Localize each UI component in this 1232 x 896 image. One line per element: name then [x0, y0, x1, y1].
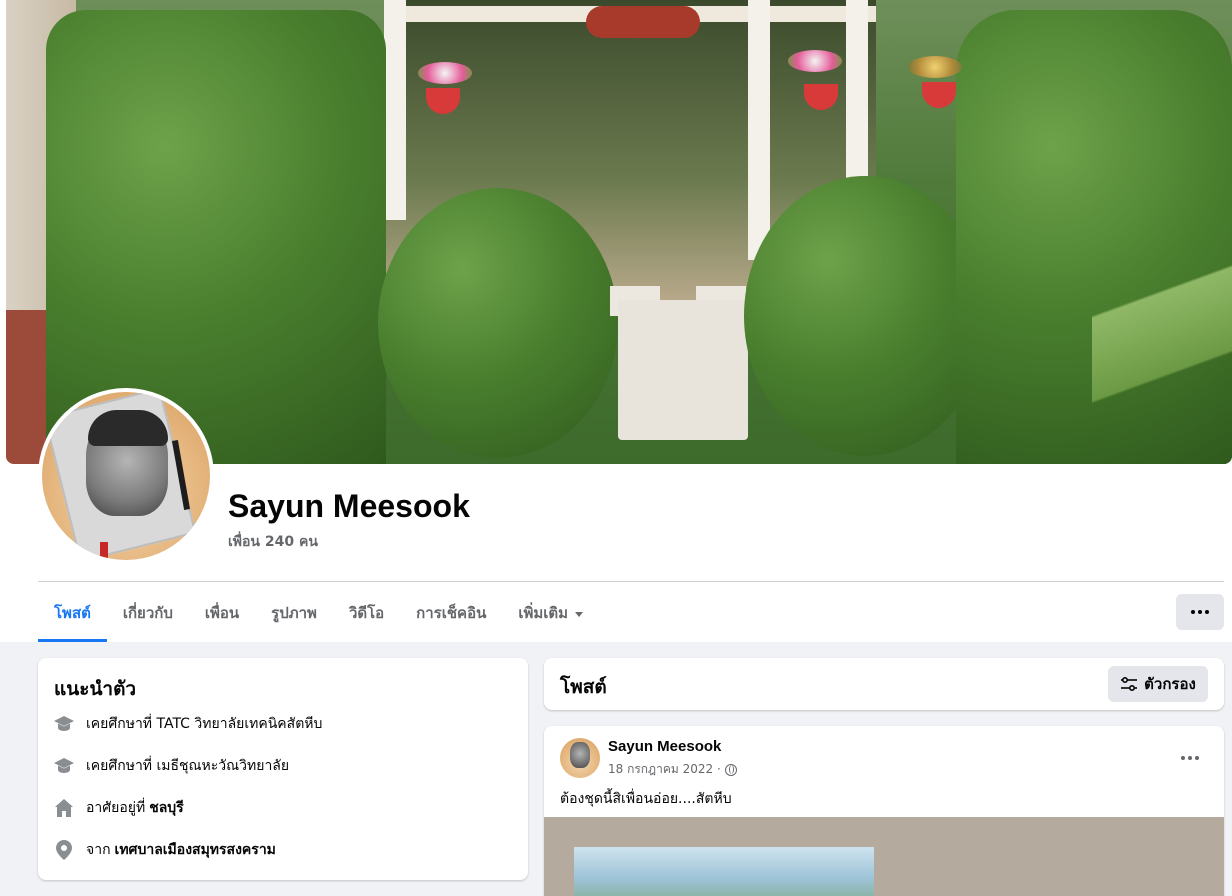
friends-count[interactable]: เพื่อน 240 คน — [228, 531, 318, 553]
post-author-avatar[interactable] — [560, 738, 600, 778]
caret-down-icon — [575, 611, 584, 617]
tab-label: เพิ่มเติม — [518, 604, 569, 622]
tab-more[interactable]: เพิ่มเติม — [502, 584, 599, 642]
intro-value[interactable]: เมธีชุณหะวัณวิทยาลัย — [157, 755, 290, 777]
home-icon — [52, 796, 76, 820]
intro-value[interactable]: TATC วิทยาลัยเทคนิคสัตหีบ — [157, 713, 323, 735]
filter-button[interactable]: ตัวกรอง — [1108, 666, 1208, 702]
intro-card: แนะนำตัว เคยศึกษาที่ TATC วิทยาลัยเทคนิค… — [38, 658, 528, 880]
cover-flowers — [908, 56, 962, 78]
location-pin-icon — [52, 838, 76, 862]
profile-tabs: โพสต์ เกี่ยวกับ เพื่อน รูปภาพ วิดีโอ การ… — [38, 584, 599, 642]
post-photo — [574, 847, 874, 896]
cover-post — [384, 0, 406, 220]
cover-sign — [586, 6, 700, 38]
avatar[interactable] — [42, 392, 210, 560]
filter-label: ตัวกรอง — [1144, 675, 1196, 693]
cover-palm — [1092, 230, 1232, 464]
avatar-ribbon — [100, 542, 108, 560]
tab-friends[interactable]: เพื่อน — [189, 584, 255, 642]
posts-title: โพสต์ — [560, 676, 607, 698]
profile-more-button[interactable] — [1176, 594, 1224, 630]
graduation-cap-icon — [52, 754, 76, 778]
post-card: Sayun Meesook 18 กรกฎาคม 2022 · ต้องชุดน… — [544, 726, 1224, 896]
cover-flowers — [418, 62, 472, 84]
tab-label: เกี่ยวกับ — [122, 604, 173, 622]
intro-value[interactable]: เทศบาลเมืองสมุทรสงคราม — [115, 839, 276, 861]
post-text: ต้องชุดนี้สิเพื่อนอ่อย....สัตหีบ — [560, 791, 732, 807]
tab-label: โพสต์ — [54, 604, 91, 622]
tab-label: เพื่อน — [204, 604, 240, 622]
tab-photos[interactable]: รูปภาพ — [255, 584, 333, 642]
intro-item-education: เคยศึกษาที่ TATC วิทยาลัยเทคนิคสัตหีบ — [52, 712, 322, 736]
cover-flowers — [788, 50, 842, 72]
filter-sliders-icon — [1120, 676, 1138, 692]
intro-item-from: จาก เทศบาลเมืองสมุทรสงคราม — [52, 838, 276, 862]
intro-item-lives-in: อาศัยอยู่ที่ ชลบุรี — [52, 796, 184, 820]
intro-item-education: เคยศึกษาที่ เมธีชุณหะวัณวิทยาลัย — [52, 754, 289, 778]
cover-table — [618, 300, 748, 440]
post-image[interactable] — [544, 817, 1224, 896]
graduation-cap-icon — [52, 712, 76, 736]
cover-post — [846, 0, 868, 180]
post-date[interactable]: 18 กรกฎาคม 2022 · — [608, 760, 721, 779]
tab-posts[interactable]: โพสต์ — [38, 584, 107, 642]
header-divider — [38, 581, 1224, 582]
cover-bush — [378, 188, 618, 458]
more-dots-icon — [1181, 756, 1199, 760]
post-meta: 18 กรกฎาคม 2022 · — [608, 760, 737, 779]
profile-name: Sayun Meesook — [228, 488, 470, 524]
post-author-name[interactable]: Sayun Meesook — [608, 738, 721, 755]
intro-value[interactable]: ชลบุรี — [149, 797, 184, 819]
intro-prefix: อาศัยอยู่ที่ — [86, 800, 146, 816]
intro-prefix: เคยศึกษาที่ — [86, 758, 153, 774]
tab-label: รูปภาพ — [271, 604, 317, 622]
posts-header-card: โพสต์ ตัวกรอง — [544, 658, 1224, 710]
tab-label: การเช็คอิน — [416, 604, 487, 622]
intro-prefix: จาก — [86, 842, 111, 858]
post-options-button[interactable] — [1172, 740, 1208, 776]
tab-videos[interactable]: วิดีโอ — [333, 584, 400, 642]
tab-label: วิดีโอ — [348, 604, 385, 622]
cover-bush — [744, 176, 986, 456]
avatar-hair — [88, 410, 168, 446]
cover-photo[interactable] — [6, 0, 1232, 464]
globe-icon — [724, 763, 737, 776]
intro-prefix: เคยศึกษาที่ — [86, 716, 153, 732]
tab-about[interactable]: เกี่ยวกับ — [107, 584, 189, 642]
cover-post — [748, 0, 770, 260]
tab-checkins[interactable]: การเช็คอิน — [400, 584, 502, 642]
cover-pot — [922, 82, 956, 108]
intro-title: แนะนำตัว — [54, 678, 137, 700]
more-dots-icon — [1191, 610, 1209, 614]
